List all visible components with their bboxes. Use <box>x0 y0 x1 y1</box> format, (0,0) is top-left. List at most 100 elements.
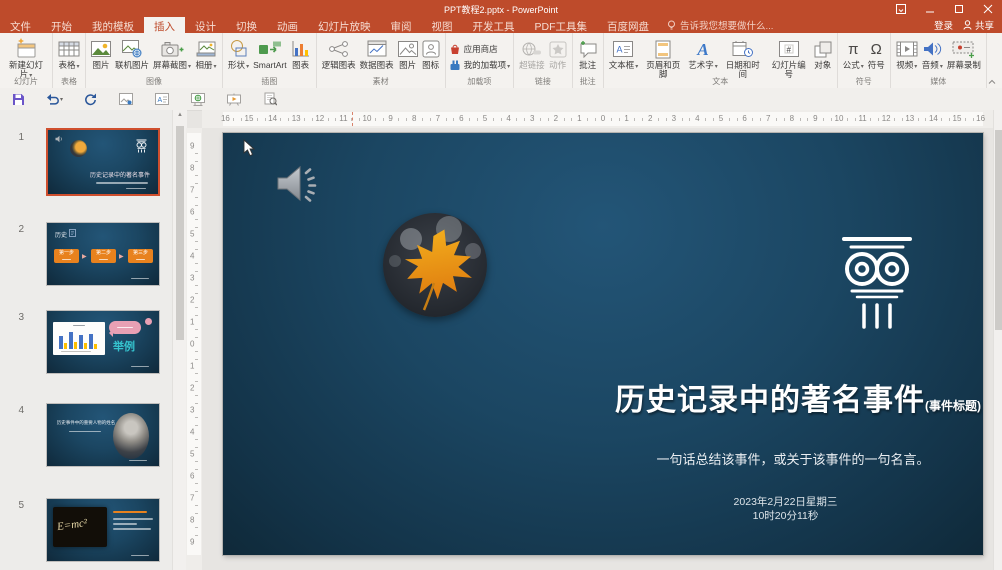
share-button[interactable]: 共享 <box>963 18 994 32</box>
tab-developer[interactable]: 开发工具 <box>463 17 525 33</box>
header-footer-button[interactable]: 页眉和页脚 <box>640 36 686 80</box>
photo-album-button[interactable]: 相册 <box>193 36 219 80</box>
ruler-number: 6 <box>190 207 195 217</box>
online-pictures-button[interactable]: 联机图片 <box>113 36 151 80</box>
tab-pdf-tools[interactable]: PDF工具集 <box>525 17 598 33</box>
textbox-button[interactable]: A 文本框 <box>607 36 641 80</box>
main-scrollbar[interactable] <box>993 110 1002 570</box>
data-chart-button[interactable]: 数据图表 <box>358 36 396 80</box>
mini-callout-bubble <box>109 321 141 337</box>
minimize-button[interactable] <box>915 0 944 17</box>
ruler-tick <box>195 417 198 419</box>
tab-baidu-netdisk[interactable]: 百度网盘 <box>597 17 659 33</box>
ruler-tick <box>195 358 198 360</box>
ruler-tick <box>972 118 974 121</box>
pictures-button[interactable]: 图片 <box>89 36 113 80</box>
hyperlink-button[interactable]: 超链接 <box>517 36 547 80</box>
asset-icon-button[interactable]: 图标 <box>420 36 442 80</box>
asset-picture-button[interactable]: 图片 <box>396 36 420 80</box>
group-slides: 新建幻灯片 幻灯片 <box>0 33 53 88</box>
svg-text:A: A <box>158 97 163 104</box>
undo-dropdown-caret[interactable]: ▾ <box>60 96 63 103</box>
tell-me-search[interactable]: 告诉我您想要做什么... <box>659 17 781 33</box>
slide-subtitle[interactable]: 一句话总结该事件，或关于该事件的一句名言。 <box>593 449 983 468</box>
thumbnail-slide-5[interactable]: E=mc² <box>46 498 160 562</box>
date-time-button[interactable]: 日期和时间 <box>720 36 766 80</box>
ruler-tick <box>195 468 198 470</box>
video-button[interactable]: 视频 <box>894 36 920 80</box>
save-button[interactable] <box>0 88 36 110</box>
presenter-screen-button[interactable] <box>216 88 252 110</box>
table-button[interactable]: 表格 <box>56 36 82 80</box>
thumbnail-slide-3[interactable]: 举例 <box>46 310 160 374</box>
scroll-up-icon[interactable]: ▲ <box>173 112 187 118</box>
thumbnail-scrollbar-thumb[interactable] <box>176 126 184 340</box>
tab-design[interactable]: 设计 <box>185 17 226 33</box>
tab-file[interactable]: 文件 <box>0 17 41 33</box>
column-logo-icon[interactable] <box>837 235 917 331</box>
my-addins-button[interactable]: 我的加载项 <box>449 59 511 71</box>
undo-button[interactable]: ▾ <box>36 88 72 110</box>
lightbulb-icon <box>667 20 676 31</box>
app-store-button[interactable]: 应用商店 <box>449 43 511 55</box>
slide-title[interactable]: 历史记录中的著名事件(事件标题) <box>241 375 981 419</box>
ruler-tick <box>610 118 612 121</box>
new-slide-button[interactable]: 新建幻灯片 <box>3 36 49 80</box>
ruler-tick <box>846 118 848 121</box>
print-preview-button[interactable] <box>252 88 288 110</box>
audio-object-icon[interactable] <box>277 164 323 206</box>
ruler-tick <box>195 483 198 485</box>
svg-text:A: A <box>617 45 623 55</box>
slide-datetime[interactable]: 2023年2月22日星期三 10时20分11秒 <box>673 495 898 523</box>
slide-number-button[interactable]: # 幻灯片编号 <box>766 36 812 80</box>
tab-review[interactable]: 审阅 <box>381 17 422 33</box>
ruler-tick <box>469 118 471 121</box>
tab-transitions[interactable]: 切换 <box>226 17 267 33</box>
tab-animations[interactable]: 动画 <box>267 17 308 33</box>
tab-home[interactable]: 开始 <box>41 17 82 33</box>
action-button[interactable]: 动作 <box>547 36 569 80</box>
picture-slide-button[interactable] <box>108 88 144 110</box>
equation-button[interactable]: π 公式 <box>841 36 866 80</box>
thumbnail-scrollbar[interactable]: ▲ <box>172 110 187 570</box>
maximize-button[interactable] <box>944 0 973 17</box>
logic-diagram-button[interactable]: 逻辑图表 <box>320 36 358 80</box>
film-icon <box>896 37 918 61</box>
tab-view[interactable]: 视图 <box>422 17 463 33</box>
textbox-icon: A <box>613 37 634 61</box>
screen-recording-button[interactable]: 屏幕录制 <box>945 36 983 80</box>
smartart-button[interactable]: SmartArt <box>251 36 289 80</box>
redo-button[interactable] <box>72 88 108 110</box>
tab-insert[interactable]: 插入 <box>144 17 185 33</box>
sign-in-link[interactable]: 登录 <box>934 18 953 32</box>
group-illustrations: 形状 SmartArt 图表 插图 <box>223 33 317 88</box>
thumbnail-slide-1[interactable]: 历史记录中的著名事件 <box>46 128 160 196</box>
slideshow-globe-button[interactable] <box>180 88 216 110</box>
tab-slideshow[interactable]: 幻灯片放映 <box>308 17 381 33</box>
tab-my-templates[interactable]: 我的模板 <box>82 17 144 33</box>
thumbnail-slide-2[interactable]: 历史 第一步 ▶ 第二步 ▶ 第三步 <box>46 222 160 286</box>
ruler-tick <box>195 424 198 426</box>
object-button[interactable]: 对象 <box>812 36 834 80</box>
audio-button[interactable]: 音频 <box>920 36 945 80</box>
slide-canvas[interactable]: 历史记录中的著名事件(事件标题) 一句话总结该事件，或关于该事件的一句名言。 2… <box>223 133 983 555</box>
close-button[interactable] <box>973 0 1002 17</box>
header-footer-icon <box>655 37 671 61</box>
layout-slide-button[interactable]: A <box>144 88 180 110</box>
thumbnail-slide-4[interactable]: 历史事件中的重要人物的姓名 <box>46 403 160 467</box>
data-chart-icon <box>367 37 387 61</box>
symbol-button[interactable]: Ω 符号 <box>866 36 887 80</box>
leaf-photo[interactable] <box>383 213 487 317</box>
wordart-button[interactable]: A 艺术字 <box>686 36 720 80</box>
shapes-button[interactable]: 形状 <box>226 36 251 80</box>
chart-button[interactable]: 图表 <box>289 36 313 80</box>
ruler-number: 2 <box>647 114 653 123</box>
calendar-clock-icon <box>732 37 754 61</box>
slide-number-3: 3 <box>18 312 24 323</box>
screenshot-button[interactable]: 屏幕截图 <box>151 36 193 80</box>
ribbon-display-options-button[interactable] <box>886 0 915 17</box>
main-scrollbar-thumb[interactable] <box>995 130 1002 330</box>
collapse-ribbon-button[interactable] <box>988 79 996 85</box>
comment-button[interactable]: 批注 <box>576 36 600 80</box>
ruler-tick <box>524 118 526 121</box>
